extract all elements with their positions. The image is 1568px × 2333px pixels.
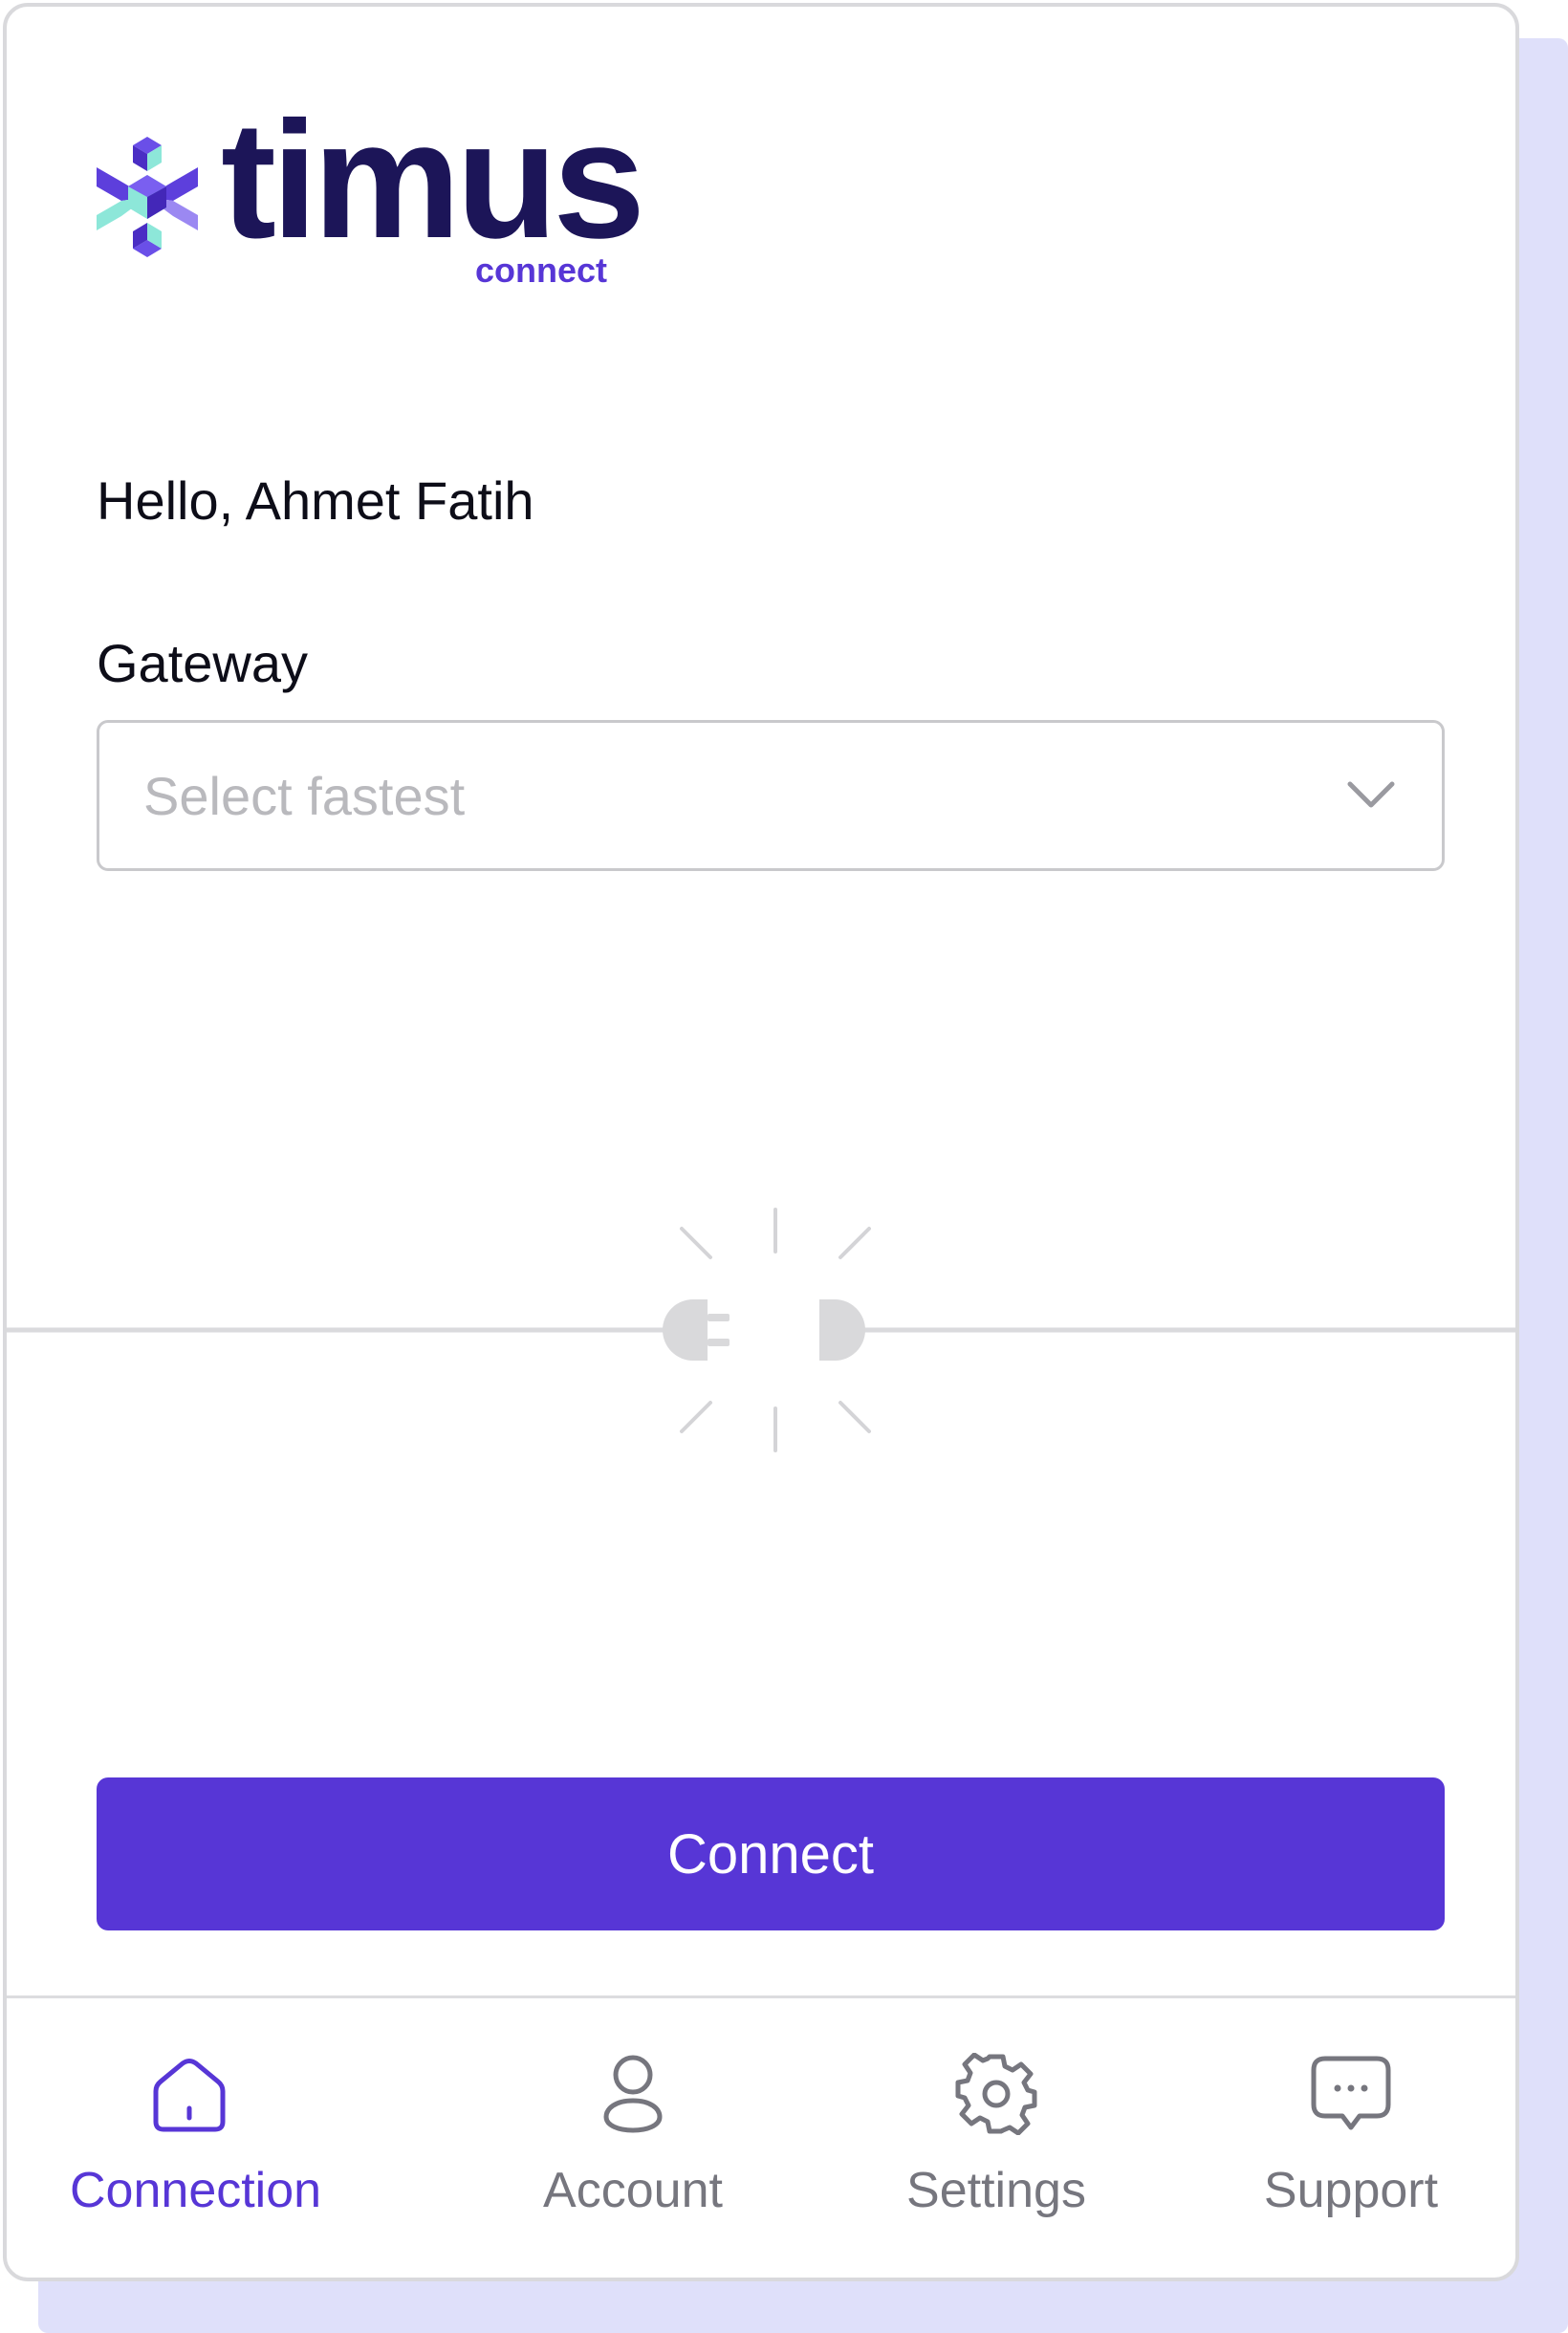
home-icon: [153, 2059, 226, 2132]
chevron-down-icon: [1347, 781, 1395, 808]
unplugged-icon: [7, 1208, 1515, 1452]
timus-logo: timus connect: [95, 97, 645, 290]
gateway-select[interactable]: Select fastest: [97, 720, 1445, 871]
nav-label-account: Account: [543, 2163, 723, 2218]
greeting-text: Hello, Ahmet Fatih: [97, 470, 534, 531]
brand-subtitle: connect: [475, 251, 608, 290]
nav-label-support: Support: [1263, 2163, 1439, 2218]
nav-divider: [7, 1995, 1515, 1998]
connect-button[interactable]: Connect: [97, 1777, 1445, 1930]
user-icon: [603, 2055, 663, 2133]
chat-icon: [1311, 2056, 1391, 2130]
nav-item-connection[interactable]: Connection: [70, 2053, 322, 2218]
gear-icon: [955, 2053, 1037, 2135]
brand-name: timus: [221, 86, 645, 273]
nav-item-support[interactable]: Support: [1231, 2053, 1470, 2218]
nav-label-settings: Settings: [906, 2163, 1086, 2218]
app-window: timus connect Hello, Ahmet Fatih Gateway…: [3, 3, 1519, 2281]
gateway-label: Gateway: [97, 633, 308, 693]
nav-label-connection: Connection: [70, 2163, 322, 2218]
gateway-select-value: Select fastest: [143, 766, 466, 826]
nav-item-account[interactable]: Account: [499, 2053, 767, 2218]
timus-snowflake-logo-icon: [97, 137, 198, 257]
nav-item-settings[interactable]: Settings: [872, 2053, 1121, 2218]
